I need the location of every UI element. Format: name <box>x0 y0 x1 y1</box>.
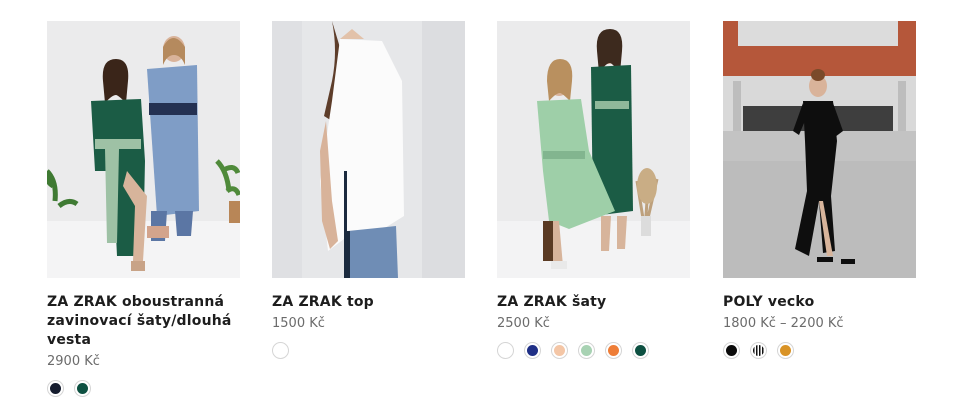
swatch-black[interactable] <box>723 342 740 359</box>
product-photo-illustration <box>723 21 916 278</box>
product-price: 2900 Kč <box>47 354 100 369</box>
swatch-dark-green[interactable] <box>74 380 91 397</box>
swatch-color <box>77 383 88 394</box>
product-photo-illustration <box>47 21 240 278</box>
product-name[interactable]: ZA ZRAK šaty <box>497 293 690 312</box>
swatch-color <box>635 345 646 356</box>
product-photo-illustration <box>497 21 690 278</box>
product-card: ZA ZRAK top 1500 Kč <box>272 21 465 359</box>
swatch-dark-green[interactable] <box>632 342 649 359</box>
product-card: POLY vecko 1800 Kč – 2200 Kč <box>723 21 916 359</box>
swatch-peach[interactable] <box>551 342 568 359</box>
swatch-black-white-stripes[interactable] <box>750 342 767 359</box>
product-price: 2500 Kč <box>497 316 550 331</box>
product-photo-illustration <box>272 21 465 278</box>
swatch-mustard[interactable] <box>777 342 794 359</box>
product-price: 1800 Kč – 2200 Kč <box>723 316 844 331</box>
product-image[interactable] <box>497 21 690 278</box>
swatch-royal-blue[interactable] <box>524 342 541 359</box>
swatch-color <box>500 345 511 356</box>
swatch-orange[interactable] <box>605 342 622 359</box>
swatch-color <box>780 345 791 356</box>
swatch-white[interactable] <box>497 342 514 359</box>
product-card: ZA ZRAK šaty 2500 Kč <box>497 21 690 359</box>
color-swatches <box>723 342 916 359</box>
product-image[interactable] <box>723 21 916 278</box>
swatch-color <box>275 345 286 356</box>
swatch-color <box>527 345 538 356</box>
color-swatches <box>497 342 690 359</box>
swatch-navy[interactable] <box>47 380 64 397</box>
swatch-color <box>554 345 565 356</box>
color-swatches <box>272 342 465 359</box>
swatch-color <box>753 345 764 356</box>
product-name[interactable]: ZA ZRAK oboustranná zavinovací šaty/dlou… <box>47 293 240 350</box>
swatch-color <box>726 345 737 356</box>
product-name[interactable]: POLY vecko <box>723 293 916 312</box>
product-name[interactable]: ZA ZRAK top <box>272 293 465 312</box>
product-image[interactable] <box>47 21 240 278</box>
swatch-color <box>50 383 61 394</box>
product-image[interactable] <box>272 21 465 278</box>
swatch-mint[interactable] <box>578 342 595 359</box>
swatch-color <box>581 345 592 356</box>
swatch-white[interactable] <box>272 342 289 359</box>
swatch-color <box>608 345 619 356</box>
product-card: ZA ZRAK oboustranná zavinovací šaty/dlou… <box>47 21 240 397</box>
product-price: 1500 Kč <box>272 316 325 331</box>
color-swatches <box>47 380 240 397</box>
